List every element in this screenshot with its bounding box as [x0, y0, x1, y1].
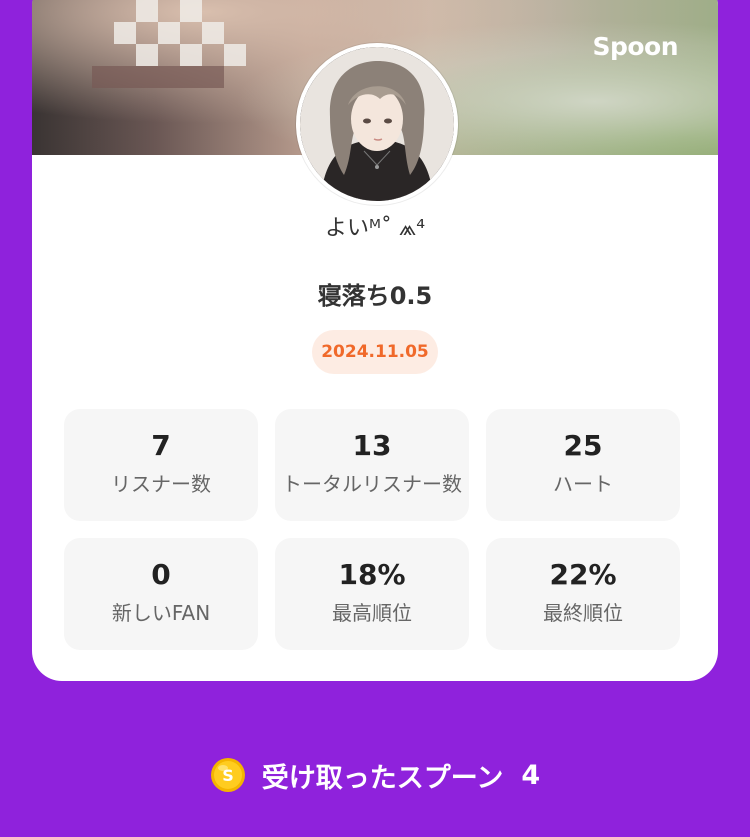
date-badge: 2024.11.05 — [312, 330, 438, 374]
stat-value: 13 — [352, 429, 392, 462]
username: よいᴹ˚ ⩕⁴ — [324, 216, 426, 241]
stats-grid: 7 リスナー数 13 トータルリスナー数 25 ハート 0 新しいFAN 18%… — [64, 409, 680, 650]
svg-text:S: S — [222, 766, 234, 785]
spoon-logo: Spoon — [592, 32, 678, 61]
avatar[interactable] — [296, 43, 458, 205]
stat-label: 最高順位 — [332, 601, 412, 625]
stat-card-best-rank: 18% 最高順位 — [275, 538, 469, 650]
live-title: 寝落ち0.5 — [317, 282, 433, 310]
stat-value: 18% — [338, 558, 406, 591]
stat-card-hearts: 25 ハート — [486, 409, 680, 521]
spoon-coin-icon: S — [210, 758, 245, 792]
stat-value: 7 — [151, 429, 171, 462]
stat-value: 22% — [549, 558, 617, 591]
live-summary-card: Spoon よいᴹ˚ ⩕⁴ 寝落ち0.5 2024.11.05 7 リスナー数 … — [32, 0, 718, 681]
stat-label: 最終順位 — [543, 601, 623, 625]
stat-label: リスナー数 — [111, 472, 211, 496]
stat-card-total-listeners: 13 トータルリスナー数 — [275, 409, 469, 521]
stat-card-final-rank: 22% 最終順位 — [486, 538, 680, 650]
received-spoons-label: 受け取ったスプーン — [261, 762, 504, 794]
pixelated-face-mosaic — [92, 0, 292, 150]
stat-label: トータルリスナー数 — [282, 472, 462, 496]
stat-value: 25 — [563, 429, 603, 462]
stat-card-new-fans: 0 新しいFAN — [64, 538, 258, 650]
stat-card-listeners: 7 リスナー数 — [64, 409, 258, 521]
anime-girl-avatar-icon — [300, 47, 454, 201]
stat-label: 新しいFAN — [111, 601, 211, 625]
received-spoons-summary: S 受け取ったスプーン 4 — [0, 754, 750, 796]
stat-label: ハート — [553, 472, 613, 496]
received-spoons-count: 4 — [521, 759, 541, 791]
stat-value: 0 — [151, 558, 171, 591]
